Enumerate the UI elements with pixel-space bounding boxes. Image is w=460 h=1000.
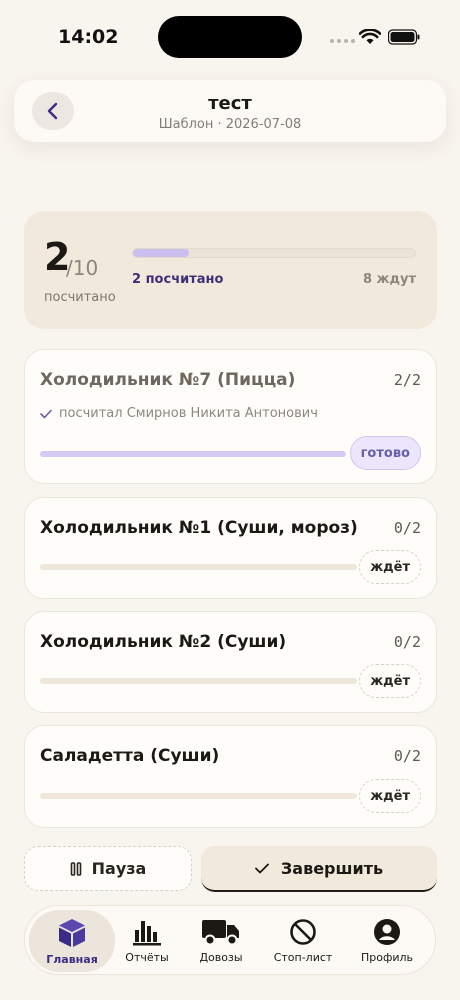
- item-progress-bar: [40, 793, 357, 799]
- summary-card: 2 /10 посчитано 2 посчитано 8 ждут: [24, 211, 437, 329]
- tab-label: Стоп-лист: [273, 951, 333, 964]
- tab-reports[interactable]: Отчёты: [115, 910, 179, 972]
- item-count: 0/2: [393, 747, 421, 765]
- tab-deliveries[interactable]: Довозы: [187, 910, 255, 972]
- summary-progress-fill: [133, 249, 190, 257]
- counted-label: посчитано: [44, 290, 116, 305]
- counted-by: посчитал Смирнов Никита Антонович: [40, 406, 318, 421]
- item-card[interactable]: Холодильник №1 (Суши, мороз) 0/2 ждёт: [24, 497, 437, 599]
- item-name: Саладетта (Суши): [40, 746, 220, 766]
- tab-label: Довозы: [199, 951, 243, 964]
- status-badge: ждёт: [359, 550, 421, 584]
- prohibited-icon: [290, 919, 316, 945]
- profile-icon: [374, 919, 400, 945]
- item-name: Холодильник №7 (Пицца): [40, 370, 296, 390]
- status-badge: ждёт: [359, 664, 421, 698]
- item-name: Холодильник №1 (Суши, мороз): [40, 518, 358, 538]
- dynamic-island: [158, 16, 302, 58]
- status-badge: ждёт: [359, 779, 421, 813]
- item-card[interactable]: Саладетта (Суши) 0/2 ждёт: [24, 725, 437, 828]
- page-title: тест: [208, 93, 252, 114]
- counted-text: 2 посчитано: [132, 272, 224, 287]
- check-icon: [255, 863, 269, 873]
- item-count: 2/2: [393, 371, 421, 389]
- item-progress-bar: [40, 451, 346, 457]
- status-time: 14:02: [58, 26, 119, 48]
- box-icon: [59, 919, 85, 947]
- header-card: тест Шаблон · 2026-07-08: [14, 80, 446, 142]
- pause-label: Пауза: [91, 859, 147, 878]
- pause-button[interactable]: Пауза: [24, 846, 192, 891]
- total-number: /10: [66, 256, 99, 280]
- status-badge: готово: [349, 436, 421, 470]
- tab-label: Отчёты: [125, 951, 169, 964]
- tab-label: Профиль: [360, 951, 414, 964]
- finish-label: Завершить: [280, 858, 384, 878]
- pause-icon: [70, 861, 81, 876]
- item-card[interactable]: Холодильник №2 (Суши) 0/2 ждёт: [24, 611, 437, 713]
- item-name: Холодильник №2 (Суши): [40, 632, 287, 652]
- status-bar: 14:02: [0, 0, 460, 76]
- cellular-signal-icon: [330, 39, 355, 43]
- tab-label: Главная: [46, 953, 98, 966]
- battery-icon: [388, 29, 420, 45]
- item-count: 0/2: [393, 519, 421, 537]
- check-icon: [40, 409, 52, 418]
- item-card[interactable]: Холодильник №7 (Пицца) 2/2 посчитал Смир…: [24, 349, 437, 484]
- tab-bar: Главная Отчёты Довозы Стоп-лист Профиль: [24, 905, 436, 975]
- truck-icon: [202, 920, 239, 946]
- waiting-text: 8 ждут: [362, 272, 416, 287]
- tab-home[interactable]: Главная: [29, 910, 115, 972]
- item-progress-bar: [40, 678, 357, 684]
- finish-button[interactable]: Завершить: [201, 846, 437, 892]
- summary-progress-bar: [132, 248, 416, 258]
- page-subtitle: Шаблон · 2026-07-08: [158, 117, 302, 132]
- counted-by-text: посчитал Смирнов Никита Антонович: [59, 406, 318, 421]
- wifi-icon: [359, 29, 381, 44]
- item-count: 0/2: [393, 633, 421, 651]
- tab-profile[interactable]: Профиль: [351, 910, 423, 972]
- item-progress-bar: [40, 564, 357, 570]
- tab-stop-list[interactable]: Стоп-лист: [265, 910, 341, 972]
- bar-chart-icon: [133, 921, 161, 946]
